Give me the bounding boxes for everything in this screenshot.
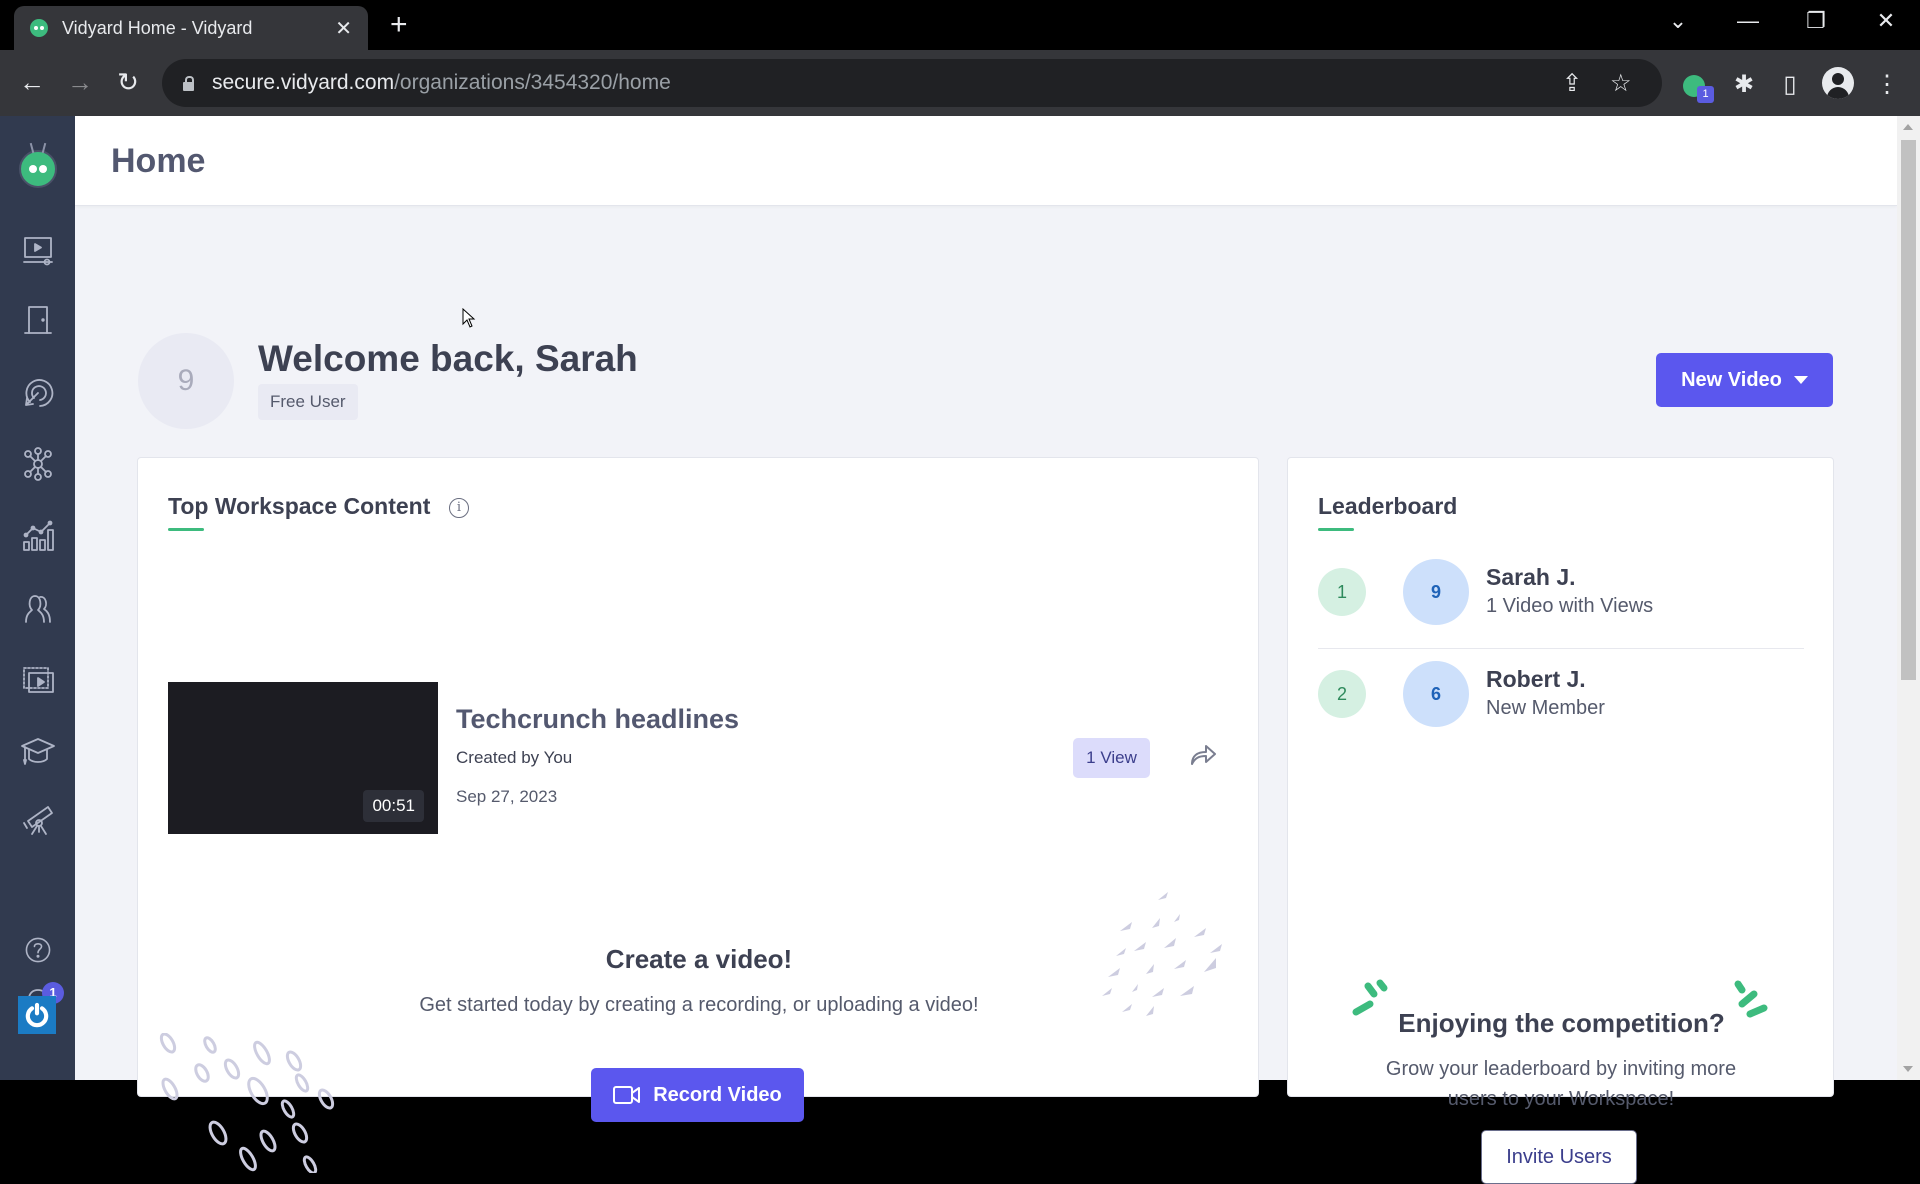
row-divider	[1318, 648, 1804, 649]
sidebar-item-team[interactable]	[17, 587, 59, 629]
title-underline	[168, 528, 204, 531]
tab-close-icon[interactable]: ✕	[335, 16, 352, 41]
tab-search-icon[interactable]: ⌄	[1658, 8, 1698, 34]
mouse-cursor-icon	[462, 308, 476, 328]
side-panel-icon[interactable]: ▯	[1775, 70, 1805, 99]
card-title: Top Workspace Content	[168, 493, 431, 519]
video-date: Sep 27, 2023	[456, 787, 558, 806]
share-page-icon[interactable]: ⇪	[1562, 69, 1582, 98]
scrollbar-thumb[interactable]	[1901, 140, 1916, 680]
address-bar[interactable]: secure.vidyard.com/organizations/3454320…	[162, 59, 1662, 107]
power-icon	[25, 1002, 49, 1028]
card-title: Leaderboard	[1318, 493, 1458, 519]
help-icon	[25, 937, 51, 963]
new-video-label: New Video	[1681, 368, 1782, 391]
sidebar-item-discover[interactable]	[17, 798, 59, 840]
info-icon[interactable]: i	[449, 498, 469, 518]
arrow-pattern-decoration-icon	[1102, 892, 1222, 1016]
scroll-down-icon[interactable]	[1903, 1066, 1913, 1072]
create-video-description: Get started today by creating a recordin…	[419, 994, 979, 1016]
sidebar-item-targeting[interactable]	[17, 372, 59, 414]
sidebar-item-integrations[interactable]	[17, 443, 59, 485]
promo-heading: Enjoying the competition?	[1398, 1008, 1725, 1038]
avatar: 9	[1403, 559, 1469, 625]
bookmark-star-icon[interactable]: ☆	[1610, 69, 1632, 98]
promo-description: Grow your leaderboard by inviting more u…	[1385, 1058, 1737, 1110]
rank-badge: 1	[1318, 568, 1366, 616]
browser-toolbar: ← → ↻ secure.vidyard.com/organizations/3…	[0, 50, 1920, 116]
video-library-icon	[23, 237, 53, 266]
sidebar-item-help[interactable]	[17, 929, 59, 971]
video-creator: Created by You	[456, 748, 573, 767]
restore-icon[interactable]: ❐	[1796, 8, 1836, 34]
create-video-heading: Create a video!	[605, 944, 793, 974]
sidebar-item-playlists[interactable]	[17, 659, 59, 701]
record-video-button[interactable]: Record Video	[591, 1068, 804, 1122]
app-root: 1 Home 9 Welcome back, Sarah Free User N…	[0, 116, 1920, 1184]
new-video-button[interactable]: New Video	[1656, 353, 1833, 407]
video-title[interactable]: Techcrunch headlines	[456, 704, 739, 735]
reload-icon[interactable]: ↻	[110, 64, 146, 100]
window-close-icon[interactable]: ✕	[1866, 8, 1906, 34]
oval-pattern-decoration-icon	[159, 1033, 335, 1173]
page-scrollbar[interactable]	[1897, 116, 1920, 1080]
leader-name: Robert J.	[1486, 666, 1586, 692]
user-avatar[interactable]: 9	[138, 333, 234, 429]
sidebar-item-videos[interactable]	[17, 230, 59, 272]
rank-badge: 2	[1318, 670, 1366, 718]
title-underline	[1318, 528, 1354, 531]
profile-avatar-icon[interactable]	[1822, 67, 1854, 99]
views-badge[interactable]: 1 View	[1073, 738, 1150, 778]
telescope-icon	[23, 806, 53, 835]
browser-tab[interactable]: Vidyard Home - Vidyard ✕	[14, 6, 368, 50]
page-title: Home	[111, 142, 206, 180]
camera-icon	[613, 1086, 641, 1104]
power-button[interactable]	[18, 996, 56, 1034]
video-thumbnail[interactable]: 00:51	[168, 682, 438, 834]
share-icon[interactable]	[1188, 742, 1218, 768]
new-tab-button[interactable]: +	[390, 9, 408, 41]
back-icon[interactable]: ←	[14, 64, 50, 100]
graduation-cap-icon	[21, 738, 55, 765]
network-hub-icon	[24, 447, 52, 481]
record-video-label: Record Video	[653, 1083, 782, 1106]
browser-tabstrip: Vidyard Home - Vidyard ✕ + ⌄ — ❐ ✕	[0, 0, 1920, 50]
extension-badge: 1	[1697, 86, 1714, 103]
leaderboard-card: Leaderboard 1 9 Sarah J. 1 Video with Vi…	[1287, 457, 1834, 1184]
analytics-chart-icon	[23, 520, 54, 551]
extensions-puzzle-icon[interactable]: ✱	[1729, 70, 1759, 99]
vidyard-logo-icon[interactable]	[19, 142, 57, 188]
scroll-up-icon[interactable]	[1903, 124, 1913, 130]
url-path: /organizations/3454320/home	[394, 71, 671, 94]
sidebar-item-learning[interactable]	[17, 729, 59, 771]
plan-badge: Free User	[258, 384, 358, 420]
video-duration: 00:51	[363, 790, 424, 822]
target-cursor-icon	[25, 379, 54, 407]
url-host: secure.vidyard.com	[212, 71, 395, 94]
minimize-icon[interactable]: —	[1728, 8, 1768, 34]
welcome-heading: Welcome back, Sarah	[258, 338, 638, 379]
avatar: 6	[1403, 661, 1469, 727]
top-workspace-content-card: Top Workspace Content i 00:51 Techcrunch…	[137, 457, 1259, 1173]
door-icon	[24, 306, 52, 334]
chrome-menu-icon[interactable]: ⋮	[1872, 70, 1902, 99]
leader-name: Sarah J.	[1486, 564, 1576, 590]
caret-down-icon	[1793, 376, 1808, 384]
leader-subtitle: New Member	[1486, 697, 1605, 719]
leader-subtitle: 1 Video with Views	[1486, 595, 1654, 617]
lock-icon	[182, 76, 194, 91]
video-collection-icon	[23, 667, 54, 693]
page-header: Home	[75, 116, 1897, 206]
sidebar-item-rooms[interactable]	[17, 299, 59, 341]
vidyard-favicon-icon	[30, 19, 48, 37]
tab-title: Vidyard Home - Vidyard	[62, 17, 253, 38]
users-icon	[25, 595, 51, 623]
forward-icon[interactable]: →	[62, 64, 98, 100]
invite-users-button[interactable]: Invite Users	[1481, 1130, 1637, 1184]
sidebar-item-analytics[interactable]	[17, 515, 59, 557]
